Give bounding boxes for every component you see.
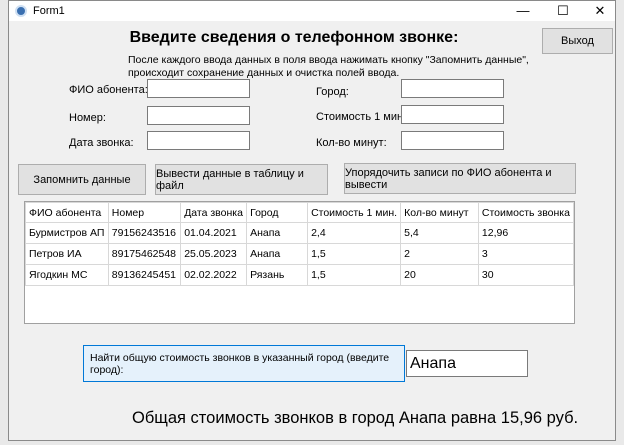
cell[interactable]: 2: [400, 243, 479, 265]
data-grid[interactable]: ФИО абонента Номер Дата звонка Город Сто…: [24, 201, 575, 324]
cell[interactable]: Ягодкин МС: [25, 264, 109, 286]
column-header[interactable]: Номер: [107, 202, 182, 223]
cell[interactable]: 02.02.2022: [180, 264, 248, 286]
maximize-button[interactable]: ☐: [546, 1, 580, 21]
column-header[interactable]: ФИО абонента: [25, 202, 109, 223]
column-header[interactable]: Дата звонка: [180, 202, 248, 223]
find-total-cost-button[interactable]: Найти общую стоимость звонков в указанны…: [83, 345, 405, 382]
cell[interactable]: 1,5: [307, 243, 402, 265]
table-row[interactable]: Петров ИА 89175462548 25.05.2023 Анапа 1,5 2 3: [25, 243, 575, 265]
fio-input[interactable]: [147, 79, 250, 98]
fio-label: ФИО абонента:: [69, 84, 148, 96]
date-input[interactable]: [147, 131, 250, 150]
cell[interactable]: 79156243516: [107, 222, 182, 244]
cost-label: Стоимость 1 мин:: [316, 111, 407, 123]
cell[interactable]: 12,96: [477, 222, 575, 244]
table-row[interactable]: Бурмистров АП 79156243516 01.04.2021 Анапа 2…: [25, 222, 575, 244]
result-text: Общая стоимость звонков в город Анапа ра…: [132, 409, 579, 427]
search-city-input[interactable]: Анапа: [406, 350, 528, 377]
cell[interactable]: 2,4: [307, 222, 402, 244]
app-icon: [15, 5, 27, 17]
city-label: Город:: [316, 86, 349, 98]
cell[interactable]: Бурмистров АП: [25, 222, 109, 244]
cell[interactable]: Петров ИА: [25, 243, 109, 265]
page-title: Введите сведения о телефонном звонке:: [129, 29, 459, 46]
output-data-button[interactable]: Вывести данные в таблицу и файл: [155, 164, 328, 195]
table-header-row: ФИО абонента Номер Дата звонка Город Сто…: [25, 202, 575, 223]
cell[interactable]: Анапа: [246, 222, 309, 244]
cell[interactable]: Анапа: [246, 243, 309, 265]
number-input[interactable]: [147, 106, 250, 125]
cost-input[interactable]: [401, 105, 504, 124]
minimize-button[interactable]: —: [506, 1, 540, 21]
date-label: Дата звонка:: [69, 137, 134, 149]
column-header[interactable]: Стоимость звонка: [477, 202, 575, 223]
cell[interactable]: 5,4: [400, 222, 479, 244]
column-header[interactable]: Город: [246, 202, 309, 223]
cell[interactable]: 89175462548: [107, 243, 182, 265]
close-button[interactable]: ✕: [583, 1, 617, 21]
cell[interactable]: 20: [400, 264, 479, 286]
exit-button[interactable]: Выход: [542, 28, 613, 54]
save-data-button[interactable]: Запомнить данные: [18, 164, 146, 195]
cell[interactable]: 89136245451: [107, 264, 182, 286]
city-input[interactable]: [401, 79, 504, 98]
table-row[interactable]: Ягодкин МС 89136245451 02.02.2022 Рязань 1,5…: [25, 264, 575, 286]
minutes-input[interactable]: [401, 131, 504, 150]
column-header[interactable]: Стоимость 1 мин.: [307, 202, 402, 223]
title-bar: Form1 — ☐ ✕: [9, 1, 615, 21]
minutes-label: Кол-во минут:: [316, 137, 387, 149]
window-title: Form1: [33, 5, 65, 17]
instruction-note: После каждого ввода данных в поля ввода …: [128, 54, 529, 80]
note-line-1: После каждого ввода данных в поля ввода …: [128, 54, 529, 66]
sort-records-button[interactable]: Упорядочить записи по ФИО абонента и выв…: [344, 163, 576, 194]
cell[interactable]: 30: [477, 264, 575, 286]
number-label: Номер:: [69, 112, 106, 124]
cell[interactable]: 1,5: [307, 264, 402, 286]
cell[interactable]: 3: [477, 243, 575, 265]
main-window: Form1 — ☐ ✕ Введите сведения о телефонно…: [8, 0, 616, 441]
cell[interactable]: 01.04.2021: [180, 222, 248, 244]
cell[interactable]: Рязань: [246, 264, 309, 286]
column-header[interactable]: Кол-во минут: [400, 202, 479, 223]
cell[interactable]: 25.05.2023: [180, 243, 248, 265]
